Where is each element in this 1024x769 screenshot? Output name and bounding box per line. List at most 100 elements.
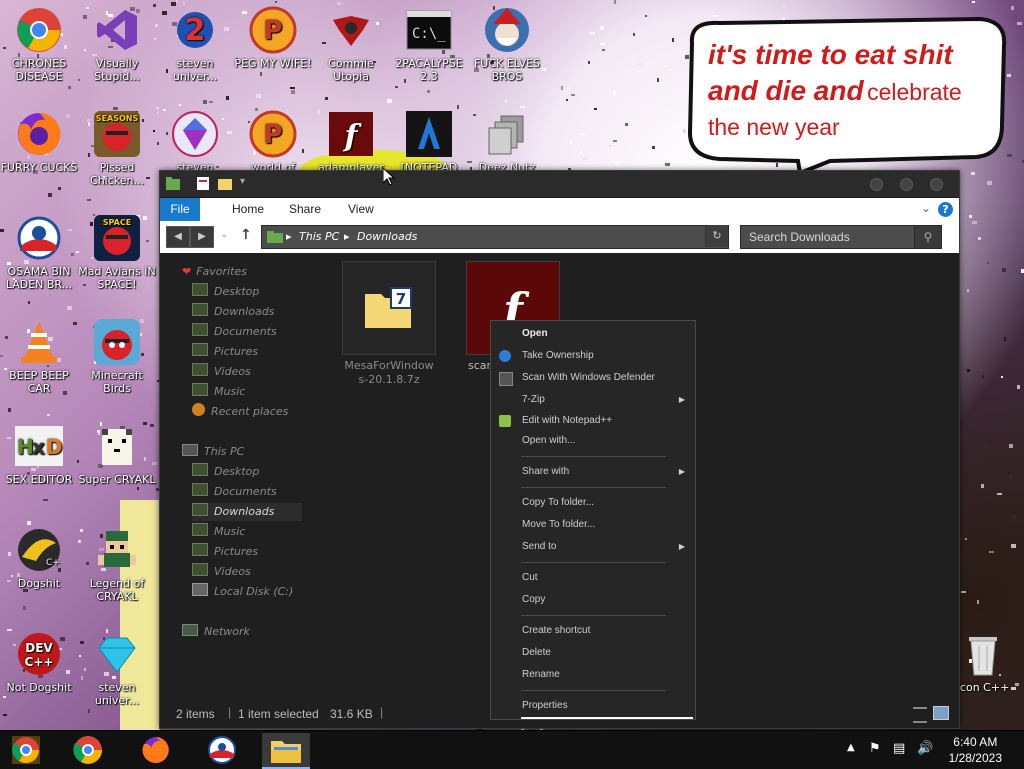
show-hidden-icons-icon[interactable]: ▲ [847,742,855,753]
confetti-piece [625,123,628,126]
nav-fav-pictures[interactable]: Pictures [192,343,258,361]
system-clock[interactable]: 6:40 AM 1/28/2023 [949,734,1002,766]
breadcrumb-this-pc[interactable]: This PC [299,226,339,248]
action-center-flag-icon[interactable]: ⚑ [869,741,881,756]
desktop-icon-dogshit[interactable]: C++ Dogshit [0,526,78,590]
back-button[interactable]: ◀ [166,226,190,248]
new-folder-quick-icon[interactable] [218,177,232,190]
menu-item-open-with[interactable]: Open with... [491,431,695,451]
desktop-icon-notepad[interactable]: [NOTEPAD [390,110,468,174]
details-view-icon[interactable] [913,707,927,723]
desktop-icon-minecraft-birds[interactable]: Minecraft Birds [78,318,156,395]
nav-fav-music[interactable]: Music [192,383,245,401]
quick-access-dropdown-icon[interactable]: ▾ [240,176,245,187]
properties-quick-icon[interactable] [196,177,210,190]
help-icon[interactable]: ? [938,202,953,217]
desktop-icon-steven-univer-2[interactable]: steven univer... [78,630,156,707]
nav-pc-music[interactable]: Music [192,523,245,541]
desktop-icon-steven[interactable]: steven [156,110,234,174]
desktop-icon-pissed-chicken[interactable]: SEASONS Pissed Chicken... [78,110,156,187]
taskbar-firefox[interactable] [134,733,178,767]
desktop-icon-world-of[interactable]: P world of [234,110,312,174]
nav-fav-documents[interactable]: Documents [192,323,277,341]
nav-fav-desktop[interactable]: Desktop [192,283,259,301]
nav-pc-desktop[interactable]: Desktop [192,463,259,481]
menu-item-send-to[interactable]: Send to ▶ [491,537,695,557]
nav-pc-downloads[interactable]: Downloads [192,503,302,521]
svg-text:P: P [263,120,282,150]
desktop-icon-peg-my-wife[interactable]: P PEG MY WIFE! [234,6,312,70]
menu-item-properties[interactable]: Properties [491,696,695,716]
close-button[interactable] [930,178,943,191]
breadcrumb-downloads[interactable]: Downloads [357,226,417,248]
menu-item-open[interactable]: Open [491,324,695,344]
address-bar[interactable]: ▸ This PC ▸ Downloads [261,225,729,249]
menu-item-cut[interactable]: Cut [491,568,695,588]
tab-view[interactable]: View [338,198,384,221]
menu-item-take-ownership[interactable]: Take Ownership [491,346,695,366]
desktop-icon-steven-univer[interactable]: 2 steven univer... [156,6,234,83]
menu-item-scan-defender[interactable]: Scan With Windows Defender [491,368,695,388]
menu-item-label: Cut [522,572,538,583]
nav-pc-documents[interactable]: Documents [192,483,277,501]
nav-fav-recent-places[interactable]: Recent places [192,403,288,421]
menu-item-move-to-folder[interactable]: Move To folder... [491,515,695,535]
taskbar-file-explorer[interactable] [262,733,310,769]
menu-item-create-shortcut[interactable]: Create shortcut [491,621,695,641]
desktop-icon-fuck-elves-bros[interactable]: FUCK ELVES BROS [468,6,546,83]
desktop-icon-adamplayer[interactable]: f adamplayer [312,110,390,174]
forward-button[interactable]: ▶ [190,226,214,248]
menu-item-delete[interactable]: Delete [491,643,695,663]
nav-favorites[interactable]: ❤ Favorites [182,263,247,281]
taskbar-obama[interactable] [200,733,244,767]
desktop-icon-mad-avians[interactable]: SPACE Mad Avians IN SPACE! [78,214,156,291]
desktop-icon-chrones-disease[interactable]: CHRONES DISEASE [0,6,78,83]
menu-item-7zip[interactable]: 7-Zip ▶ [491,390,695,410]
firefox-icon [142,737,169,763]
chevron-down-icon[interactable]: ⌄ [921,201,931,215]
minimize-button[interactable] [870,178,883,191]
tab-share[interactable]: Share [279,198,331,221]
menu-item-rename[interactable]: Rename [491,665,695,685]
nav-network[interactable]: Network [182,623,250,641]
desktop-icon-not-dogshit[interactable]: DEV C++ Not Dogshit [0,630,78,694]
confetti-piece [664,65,667,67]
menu-item-copy-to-folder[interactable]: Copy To folder... [491,493,695,513]
submenu-arrow-icon: ▶ [678,467,685,476]
title-bar[interactable]: ▾ [160,171,959,198]
desktop-icon-2pacalypse[interactable]: C:\_ 2PACALYPSE 2.3 [390,6,468,83]
desktop-icon-furry-cucks[interactable]: FURRY CUCKS [0,110,78,174]
menu-item-share-with[interactable]: Share with ▶ [491,462,695,482]
search-input[interactable]: Search Downloads ⚲ [740,225,942,249]
taskbar-chrome-canary[interactable] [4,733,48,767]
desktop-icon-osama-bin-laden[interactable]: OSAMA BIN LADEN BR... [0,214,78,291]
refresh-button[interactable]: ↻ [705,225,728,247]
desktop-icon-deez-nutz[interactable]: Deez Nutz [468,110,546,174]
large-icons-view-icon[interactable] [933,706,949,720]
menu-item-copy[interactable]: Copy [491,590,695,610]
desktop-icon-beep-beep-car[interactable]: BEEP BEEP CAR [0,318,78,395]
search-icon[interactable]: ⚲ [914,226,941,248]
nav-fav-downloads[interactable]: Downloads [192,303,274,321]
network-tray-icon[interactable]: ▤ [893,741,905,756]
maximize-button[interactable] [900,178,913,191]
desktop-icon-super-cryakl[interactable]: Super CRYAKL [78,422,156,486]
desktop-icon-legend-of-cryakl[interactable]: Legend of CRYAKL [78,526,156,603]
nav-pc-local-disk[interactable]: Local Disk (C:) [192,583,293,601]
volume-icon[interactable]: 🔊 [917,741,933,756]
desktop-icon-visually-stupid[interactable]: Visually Stupid... [78,6,156,83]
nav-pc-videos[interactable]: Videos [192,563,251,581]
speech-bubble: it's time to eat shit and die and celebr… [680,15,1010,176]
up-arrow-icon[interactable]: ↑ [240,227,252,243]
desktop-icon-sex-editor[interactable]: HxD SEX EDITOR [0,422,78,486]
file-item-mesa[interactable]: 7 MesaForWindow s-20.1.8.7z [340,261,438,391]
nav-pc-pictures[interactable]: Pictures [192,543,258,561]
taskbar-chrome[interactable] [66,733,110,767]
recent-locations-icon[interactable]: ⌄ [220,229,228,240]
tab-file[interactable]: File [160,198,200,221]
desktop-icon-commie-utopia[interactable]: Commie Utopia [312,6,390,83]
nav-this-pc[interactable]: This PC [182,443,244,461]
nav-fav-videos[interactable]: Videos [192,363,251,381]
menu-item-edit-notepadpp[interactable]: Edit with Notepad++ [491,411,695,431]
tab-home[interactable]: Home [222,198,274,221]
